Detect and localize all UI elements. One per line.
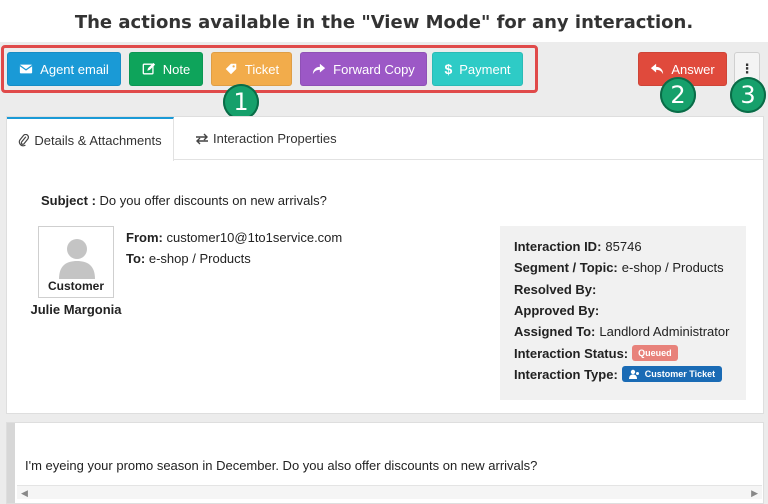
note-label: Note xyxy=(162,61,191,77)
avatar: Customer xyxy=(38,226,114,298)
edit-icon xyxy=(142,62,156,76)
tab-details-attachments[interactable]: Details & Attachments xyxy=(7,117,174,161)
property-row-resolved: Resolved By: xyxy=(514,279,732,300)
property-value: Landlord Administrator xyxy=(599,324,730,340)
to-value: e-shop / Products xyxy=(148,251,251,266)
tab-interaction-properties[interactable]: Interaction Properties xyxy=(189,117,343,160)
answer-label: Answer xyxy=(671,61,715,77)
more-vertical-icon: ⋮ xyxy=(740,61,754,76)
paperclip-icon xyxy=(18,133,30,147)
property-value: 85746 xyxy=(605,239,642,255)
property-row-assigned: Assigned To: Landlord Administrator xyxy=(514,321,732,342)
forward-copy-button[interactable]: Forward Copy xyxy=(300,52,427,86)
payment-label: Payment xyxy=(459,61,511,77)
message-body-card: I'm eyeing your promo season in December… xyxy=(6,422,764,504)
envelope-icon xyxy=(19,62,33,76)
avatar-label: Customer xyxy=(47,279,104,293)
subject-value: Do you offer discounts on new arrivals? xyxy=(99,193,327,208)
exchange-icon xyxy=(195,133,209,145)
to-line: To: e-shop / Products xyxy=(126,251,251,266)
property-label: Interaction Type: xyxy=(514,366,618,382)
tab-details-label: Details & Attachments xyxy=(34,132,162,148)
users-icon xyxy=(628,369,640,380)
from-value: customer10@1to1service.com xyxy=(166,230,343,245)
horizontal-scrollbar[interactable]: ◀ ▶ xyxy=(17,485,762,499)
property-row-id: Interaction ID: 85746 xyxy=(514,236,732,257)
share-icon xyxy=(312,62,326,76)
tag-icon xyxy=(224,62,238,76)
property-row-type: Interaction Type: Customer Ticket xyxy=(514,364,732,385)
type-badge-label: Customer Ticket xyxy=(644,369,716,380)
agent-email-label: Agent email xyxy=(40,61,109,77)
tab-bar: Details & Attachments Interaction Proper… xyxy=(7,117,763,161)
tab-properties-label: Interaction Properties xyxy=(213,131,337,146)
property-row-status: Interaction Status: Queued xyxy=(514,342,732,363)
property-label: Assigned To: xyxy=(514,324,596,340)
ticket-button[interactable]: Ticket xyxy=(211,52,292,86)
callout-badge-3: 3 xyxy=(730,77,766,113)
subject-line: Subject : Do you offer discounts on new … xyxy=(41,193,327,208)
message-body: I'm eyeing your promo season in December… xyxy=(25,458,538,473)
property-label: Approved By: xyxy=(514,303,600,319)
interaction-card: Details & Attachments Interaction Proper… xyxy=(6,116,764,414)
interaction-properties-panel: Interaction ID: 85746 Segment / Topic: e… xyxy=(500,226,746,400)
status-badge: Queued xyxy=(632,345,678,362)
property-label: Segment / Topic: xyxy=(514,260,618,276)
reply-icon xyxy=(650,62,664,76)
from-label: From: xyxy=(126,230,163,245)
note-button[interactable]: Note xyxy=(129,52,203,86)
scroll-right-icon[interactable]: ▶ xyxy=(751,488,758,499)
callout-badge-2: 2 xyxy=(660,77,696,113)
payment-button[interactable]: $ Payment xyxy=(432,52,523,86)
customer-name: Julie Margonia xyxy=(30,302,122,317)
property-row-segment: Segment / Topic: e-shop / Products xyxy=(514,257,732,278)
quote-bar xyxy=(7,423,15,503)
property-row-approved: Approved By: xyxy=(514,300,732,321)
scroll-left-icon[interactable]: ◀ xyxy=(21,488,28,499)
type-badge: Customer Ticket xyxy=(621,366,723,383)
dollar-icon: $ xyxy=(444,61,453,77)
property-label: Interaction Status: xyxy=(514,345,629,361)
property-label: Interaction ID: xyxy=(514,239,602,255)
property-label: Resolved By: xyxy=(514,281,597,297)
forward-copy-label: Forward Copy xyxy=(333,61,415,77)
callout-badge-1: 1 xyxy=(223,84,259,120)
from-line: From: customer10@1to1service.com xyxy=(126,230,342,245)
property-value: e-shop / Products xyxy=(621,260,724,276)
page-title: The actions available in the "View Mode"… xyxy=(74,12,694,33)
user-icon xyxy=(59,239,95,279)
ticket-label: Ticket xyxy=(244,61,280,77)
agent-email-button[interactable]: Agent email xyxy=(7,52,121,86)
subject-label: Subject : xyxy=(41,193,96,208)
to-label: To: xyxy=(126,251,146,266)
